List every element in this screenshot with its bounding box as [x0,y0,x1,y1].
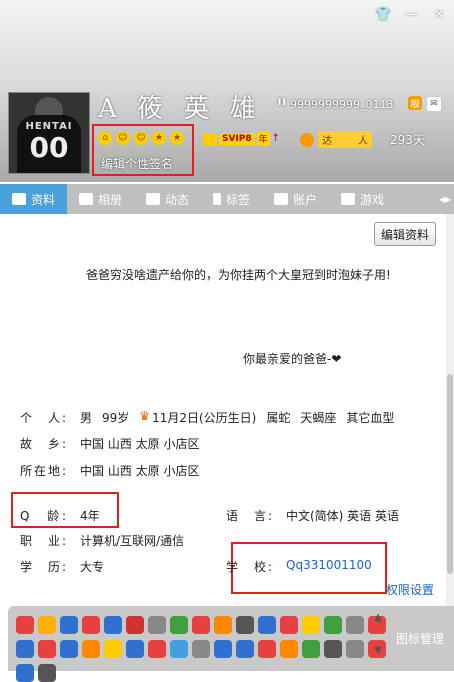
profile-content: 编辑资料 爸爸穷没啥遗产给你的，为你挂两个大皇冠到时泡妹子用! 你最亲爱的爸爸-… [0,214,446,606]
feed-icon [146,193,161,205]
service-icon[interactable] [82,640,100,658]
daren-icon [300,132,314,147]
house-badge-icon: ⌂ [98,131,112,145]
service-icon[interactable] [192,640,210,658]
service-icon[interactable] [192,616,210,634]
tab-feed[interactable]: 动态 [134,184,201,214]
service-icon[interactable] [258,640,276,658]
row-hometown: 故 乡: 中国 山西 太原 小店区 [20,437,200,451]
qq-mail-icon[interactable]: ✉ [426,96,442,112]
icon-toolbar: ▲ ▼ 图标管理 [8,606,454,682]
window-controls: 👕 — ✕ [374,6,448,22]
wallet-icon [274,193,289,205]
service-icon[interactable] [104,640,122,658]
svip-badge[interactable]: SVIP8 年 ↑ [203,131,280,146]
svip-label: SVIP8 [219,132,255,145]
tab-tags[interactable]: 标签 [201,184,262,214]
row-personal: 个 人: 男 99岁 ♛ 11月2日(公历生日) 属蛇 天蝎座 其它血型 [20,409,395,425]
tabs-more-icon[interactable]: ◂▸ [436,184,454,214]
service-icon[interactable] [214,616,232,634]
minimize-icon[interactable]: — [402,6,420,22]
level-badges[interactable]: ⌂ ☺ ☺ ★ ★ [98,131,184,145]
crown-icon [203,132,217,145]
signature-edit[interactable]: 编辑个性签名 [101,155,173,172]
service-icon[interactable] [236,640,254,658]
tab-profile[interactable]: 资料 [0,184,68,214]
daren-label: 达人 [318,131,372,148]
content-scrollbar[interactable] [446,214,454,606]
service-icon[interactable] [236,616,254,634]
bookmark-icon [213,193,222,205]
service-icon[interactable] [302,616,320,634]
edit-profile-button[interactable]: 编辑资料 [373,222,436,246]
service-icon[interactable] [148,640,166,658]
service-icon[interactable] [170,640,188,658]
svip-year: 年 [256,131,270,146]
service-icon[interactable] [60,616,78,634]
icon-manage-button[interactable]: 图标管理 [396,630,444,647]
profile-card-icon [12,193,26,205]
nickname: A 筱 英 雄 " [98,94,294,124]
service-icon[interactable] [38,640,56,658]
toolbar-arrows[interactable]: ▲ ▼ [374,612,382,656]
daren-badge[interactable]: 达人 293天 [300,131,425,148]
row-location: 所在地: 中国 山西 太原 小店区 [20,464,200,478]
tab-account[interactable]: 账户 [262,184,329,214]
service-icon[interactable] [38,664,56,682]
service-icon[interactable] [324,616,342,634]
photo-icon [79,193,94,205]
row-language: 语 言: 中文(简体) 英语 英语 [226,509,399,523]
tab-bar: 资料 相册 动态 标签 账户 游戏 ◂▸ [0,184,454,214]
avatar[interactable]: HENTAI 00 [8,92,90,174]
row-school: 学 校: Qq331001100 [226,558,372,574]
arrow-down-icon[interactable]: ▼ [374,645,382,656]
star-badge-icon: ★ [152,131,166,145]
service-icon[interactable] [214,640,232,658]
gamepad-icon [341,193,356,205]
service-icon[interactable] [38,616,56,634]
tab-games[interactable]: 游戏 [329,184,396,214]
service-icon[interactable] [16,640,34,658]
skin-icon[interactable]: 👕 [374,6,392,22]
profile-header: 👕 — ✕ HENTAI 00 A 筱 英 雄 " 9999999999_011… [0,0,454,182]
service-icon[interactable] [324,640,342,658]
service-icon[interactable] [60,640,78,658]
birthday-crown-icon: ♛ [139,409,151,423]
service-icon[interactable] [104,616,122,634]
service-icon[interactable] [16,616,34,634]
tab-album[interactable]: 相册 [67,184,134,214]
daren-days: 293天 [390,133,425,147]
service-icon[interactable] [346,616,364,634]
service-icon[interactable] [126,640,144,658]
row-job: 职 业: 计算机/互联网/通信 [20,534,185,548]
qq-number: 9999999999_0113 [290,98,394,111]
scrollbar-thumb[interactable] [447,374,453,574]
service-icon[interactable] [170,616,188,634]
row-education: 学 历: 大专 [20,560,105,574]
bio-line-2: 你最亲爱的爸爸-❤ [243,352,342,366]
service-icon[interactable] [82,616,100,634]
service-icon-grid [16,616,390,682]
service-icon[interactable] [280,616,298,634]
arrow-up-icon[interactable]: ▲ [374,612,382,623]
service-icon[interactable] [148,616,166,634]
service-icon[interactable] [16,664,34,682]
row-qage: Q 龄: 4年 [20,509,100,523]
service-icon[interactable] [302,640,320,658]
service-icon[interactable] [126,616,144,634]
service-icon[interactable] [346,640,364,658]
service-icon[interactable] [280,640,298,658]
up-arrow-icon: ↑ [271,133,281,144]
sun-badge-icon: ☺ [116,131,130,145]
qq-level-icon[interactable]: 靓 [408,96,422,110]
bio-line-1: 爸爸穷没啥遗产给你的，为你挂两个大皇冠到时泡妹子用! [86,268,391,282]
permission-settings-link[interactable]: 权限设置 [386,581,434,598]
sun-badge-icon: ☺ [134,131,148,145]
service-icon[interactable] [258,616,276,634]
star-badge-icon: ★ [170,131,184,145]
close-icon[interactable]: ✕ [430,6,448,22]
